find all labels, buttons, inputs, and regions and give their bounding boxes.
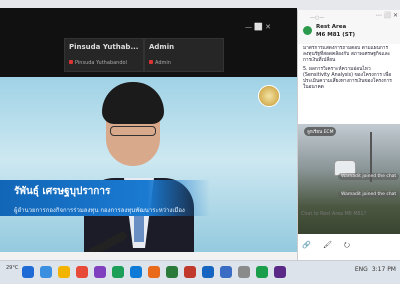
- weather-widget[interactable]: 29°C: [6, 265, 18, 271]
- glasses: [110, 126, 156, 136]
- message-paragraph: มาตรการแสดงการถามตอบ ตามแผนการลงทุนรัฐที…: [303, 46, 391, 63]
- taskbar-app-icon[interactable]: [166, 266, 178, 278]
- taskbar-app-icons: [22, 266, 286, 278]
- speaker-name: รัพันธุ์ เศรษฐบุปราการ: [14, 186, 111, 197]
- chat-avatar: [303, 26, 312, 35]
- speaker-title: ผู้อำนวยการกองกิจการร่วมลงทุน กองการลงทุ…: [14, 207, 185, 214]
- government-emblem: [258, 85, 280, 107]
- clock[interactable]: 3:17 PM: [372, 266, 396, 273]
- chat-toolbar[interactable]: 🔗 🖌 ⭮: [302, 241, 355, 252]
- system-message-joined: Wamadit joined the chat: [338, 191, 400, 198]
- participant-name: Admin: [149, 43, 175, 51]
- mic-muted-icon: [69, 60, 73, 64]
- participant-fullname: Admin: [155, 60, 171, 66]
- window-controls[interactable]: — ⬜ ✕: [245, 23, 271, 31]
- chat-title: Rest Area: [316, 24, 347, 30]
- taskbar-app-icon[interactable]: [94, 266, 106, 278]
- chat-header-controls[interactable]: ⋯ ⬜ ✕: [376, 12, 398, 19]
- participant-fullname: Pinsuda Yuthabandol: [75, 60, 127, 66]
- taskbar-app-icon[interactable]: [184, 266, 196, 278]
- participant-name: Pinsuda Yuthab...: [69, 43, 139, 51]
- taskbar-app-icon[interactable]: [22, 266, 34, 278]
- language-indicator[interactable]: ENG: [355, 266, 368, 273]
- chat-subtitle: M6 M81 (ST): [316, 32, 355, 38]
- chat-panel: —○— ⋯ ⬜ ✕ Rest Area M6 M81 (ST) มาตรการแ…: [297, 10, 400, 260]
- chat-header: —○— ⋯ ⬜ ✕ Rest Area M6 M81 (ST): [298, 10, 400, 44]
- video-conference-window: — ⬜ ✕ Pinsuda Yuthab... Pinsuda Yuthaban…: [0, 8, 297, 260]
- video-control-bar: [0, 252, 297, 260]
- chat-input[interactable]: Chat to Rest Area M6 M81?: [301, 212, 398, 217]
- taskbar-app-icon[interactable]: [112, 266, 124, 278]
- taskbar-app-icon[interactable]: [76, 266, 88, 278]
- drag-handle[interactable]: —○—: [310, 15, 324, 21]
- taskbar-app-icon[interactable]: [220, 266, 232, 278]
- message-chip[interactable]: ลูกเรียน ECM: [304, 127, 337, 136]
- taskbar-app-icon[interactable]: [238, 266, 250, 278]
- system-message-joined: Wamadit joined the chat: [338, 173, 400, 180]
- mic-muted-icon: [149, 60, 153, 64]
- taskbar-app-icon[interactable]: [202, 266, 214, 278]
- taskbar: 29°C ENG 3:17 PM: [0, 260, 400, 284]
- system-tray: ENG 3:17 PM: [355, 266, 396, 273]
- taskbar-app-icon[interactable]: [274, 266, 286, 278]
- taskbar-app-icon[interactable]: [130, 266, 142, 278]
- participant-tile-admin[interactable]: Admin Admin: [144, 38, 224, 72]
- taskbar-app-icon[interactable]: [58, 266, 70, 278]
- message-paragraph: 5. ผลการวิเคราะห์ความอ่อนไหว (Sensitivit…: [303, 67, 392, 90]
- taskbar-app-icon[interactable]: [148, 266, 160, 278]
- chat-message: มาตรการแสดงการถามตอบ ตามแผนการลงทุนรัฐที…: [301, 44, 397, 124]
- taskbar-app-icon[interactable]: [40, 266, 52, 278]
- speaker-figure: [84, 82, 194, 260]
- taskbar-app-icon[interactable]: [256, 266, 268, 278]
- participant-tile-pinsuda[interactable]: Pinsuda Yuthab... Pinsuda Yuthabandol: [64, 38, 144, 72]
